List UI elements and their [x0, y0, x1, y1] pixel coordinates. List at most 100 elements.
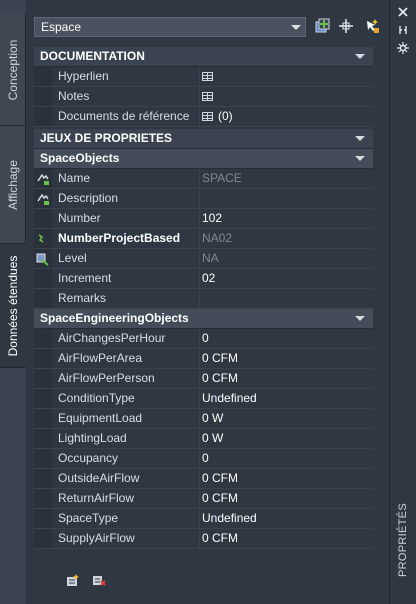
property-value[interactable]: 0 CFM — [202, 489, 238, 508]
properties-menu-icon[interactable] — [397, 42, 409, 54]
property-name: Description — [58, 191, 119, 205]
property-name: Occupancy — [58, 451, 119, 465]
documentation-title: DOCUMENTATION — [40, 49, 145, 63]
tab-conception[interactable]: Conception — [0, 14, 26, 126]
chevron-down-icon — [291, 25, 301, 30]
property-row[interactable]: Name SPACE — [34, 169, 373, 189]
property-sets-header[interactable]: JEUX DE PROPRIETES — [34, 129, 373, 149]
property-value[interactable]: 0 W — [202, 409, 223, 428]
object-type-value: Espace — [41, 20, 82, 34]
property-value: NA02 — [202, 231, 233, 245]
property-name: LightingLoad — [58, 431, 127, 445]
palette-title: PROPRIÉTÉS — [397, 503, 409, 577]
property-value[interactable]: 0 W — [202, 429, 223, 448]
property-row[interactable]: NumberProjectBased NA02 — [34, 229, 373, 249]
property-value: NA — [202, 251, 219, 265]
column-divider — [199, 449, 200, 468]
table-icon[interactable] — [202, 72, 213, 82]
property-value[interactable]: 0 CFM — [202, 349, 238, 368]
property-row[interactable]: Hyperlien — [34, 67, 373, 87]
property-row[interactable]: Notes — [34, 87, 373, 107]
collapse-triangle-icon — [355, 156, 365, 161]
documentation-header[interactable]: DOCUMENTATION — [34, 47, 373, 67]
quick-select-icon[interactable] — [363, 17, 381, 35]
property-value[interactable]: 102 — [202, 209, 222, 228]
toggle-pickadd-icon[interactable] — [313, 17, 331, 35]
select-objects-icon[interactable] — [337, 17, 355, 35]
row-gutter — [34, 189, 52, 208]
property-value[interactable]: (0) — [202, 107, 233, 126]
property-row[interactable]: AirChangesPerHour 0 — [34, 329, 373, 349]
row-gutter — [34, 509, 52, 528]
column-divider — [199, 209, 200, 228]
auto-hide-icon[interactable] — [397, 24, 409, 36]
property-row[interactable]: Remarks — [34, 289, 373, 309]
collapse-triangle-icon — [355, 136, 365, 141]
column-divider — [199, 67, 200, 86]
row-gutter — [34, 209, 52, 228]
row-gutter — [34, 269, 52, 288]
property-row[interactable]: SpaceType Undefined — [34, 509, 373, 529]
property-name: OutsideAirFlow — [58, 471, 140, 485]
row-gutter — [34, 389, 52, 408]
property-value[interactable]: 0 CFM — [202, 529, 238, 548]
property-value[interactable]: Undefined — [202, 389, 257, 408]
tab-affichage[interactable]: Affichage — [0, 126, 26, 244]
property-value: SPACE — [202, 171, 242, 185]
close-icon[interactable] — [397, 6, 409, 18]
property-value[interactable]: 0 CFM — [202, 369, 238, 388]
property-row[interactable]: Increment 02 — [34, 269, 373, 289]
property-name: SupplyAirFlow — [58, 531, 135, 545]
formula-property-icon — [38, 234, 44, 243]
table-icon[interactable] — [202, 92, 213, 102]
property-value[interactable] — [202, 87, 218, 106]
property-row[interactable]: LightingLoad 0 W — [34, 429, 373, 449]
object-type-select[interactable]: Espace — [34, 17, 306, 37]
property-row[interactable]: OutsideAirFlow 0 CFM — [34, 469, 373, 489]
property-name: SpaceType — [58, 511, 119, 525]
property-grid: DOCUMENTATION Hyperlien Notes Documents … — [34, 47, 373, 549]
property-row[interactable]: ReturnAirFlow 0 CFM — [34, 489, 373, 509]
column-divider — [199, 169, 200, 188]
property-value[interactable]: Undefined — [202, 509, 257, 528]
column-divider — [199, 189, 200, 208]
property-name: Increment — [58, 271, 112, 285]
property-row[interactable]: Documents de référence (0) — [34, 107, 373, 127]
add-property-set-icon[interactable] — [66, 573, 80, 587]
property-name: ConditionType — [58, 391, 135, 405]
tab-donnees-etendues[interactable]: Données étendues — [0, 244, 26, 368]
property-row[interactable]: Description — [34, 189, 373, 209]
column-divider — [199, 469, 200, 488]
row-gutter — [34, 409, 52, 428]
spaceobjects-header[interactable]: SpaceObjects — [34, 149, 373, 169]
properties-panel: Espace DOCUMENTATION Hyperlien Notes Doc… — [26, 0, 389, 604]
property-value[interactable]: 02 — [202, 269, 215, 288]
property-name: Documents de référence — [58, 109, 190, 123]
property-name: AirFlowPerPerson — [58, 371, 155, 385]
column-divider — [199, 349, 200, 368]
property-row[interactable]: AirFlowPerArea 0 CFM — [34, 349, 373, 369]
property-row[interactable]: AirFlowPerPerson 0 CFM — [34, 369, 373, 389]
property-row[interactable]: Occupancy 0 — [34, 449, 373, 469]
property-row[interactable]: ConditionType Undefined — [34, 389, 373, 409]
collapse-triangle-icon — [355, 316, 365, 321]
remove-property-set-icon[interactable] — [92, 573, 106, 587]
row-gutter — [34, 289, 52, 308]
spaceengineering-header[interactable]: SpaceEngineeringObjects — [34, 309, 373, 329]
property-value[interactable] — [202, 67, 218, 86]
row-gutter — [34, 229, 52, 248]
row-gutter — [34, 249, 52, 268]
property-value[interactable]: 0 — [202, 449, 209, 468]
row-gutter — [34, 87, 52, 106]
property-row[interactable]: Number 102 — [34, 209, 373, 229]
property-row[interactable]: Level NA — [34, 249, 373, 269]
property-value[interactable]: 0 — [202, 329, 209, 348]
column-divider — [199, 269, 200, 288]
tab-donnees-etendues-label: Données étendues — [6, 255, 20, 356]
property-row[interactable]: SupplyAirFlow 0 CFM — [34, 529, 373, 549]
table-icon[interactable] — [202, 112, 213, 122]
property-value[interactable]: 0 CFM — [202, 469, 238, 488]
property-row[interactable]: EquipmentLoad 0 W — [34, 409, 373, 429]
row-gutter — [34, 469, 52, 488]
property-name: NumberProjectBased — [58, 231, 181, 245]
